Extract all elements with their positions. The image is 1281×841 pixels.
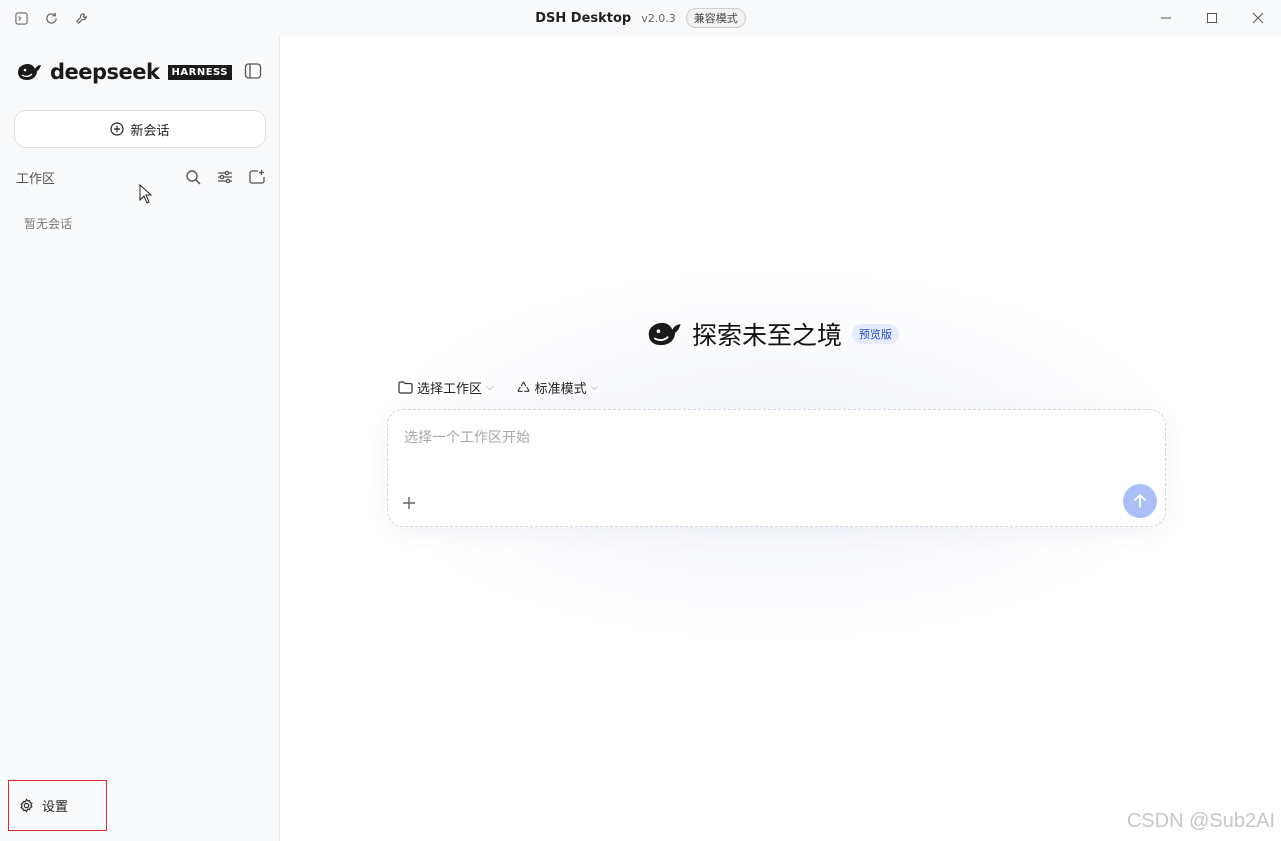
compat-mode-badge[interactable]: 兼容模式 <box>685 8 746 28</box>
composer-input[interactable] <box>402 424 1142 452</box>
composer-selectors: 选择工作区 ⌵ 标准模式 ⌵ <box>398 378 598 397</box>
plus-circle-icon <box>110 122 125 136</box>
brand-tag: HARNESS <box>167 64 232 80</box>
plus-icon[interactable] <box>398 492 420 514</box>
folder-icon <box>398 381 413 394</box>
new-chat-button[interactable]: 新会话 <box>14 110 266 148</box>
workspace-selector-label: 选择工作区 <box>417 382 483 397</box>
new-folder-icon[interactable] <box>246 166 268 188</box>
sidebar-toggle-icon[interactable] <box>244 62 264 82</box>
minimize-icon[interactable] <box>1143 0 1189 36</box>
search-icon[interactable] <box>182 166 204 188</box>
brand-logo: deepseek HARNESS <box>16 60 232 84</box>
watermark: CSDN @Sub2AI <box>1126 810 1275 832</box>
filter-icon[interactable] <box>214 166 236 188</box>
whale-logo-icon <box>18 64 41 80</box>
workspace-selector[interactable]: 选择工作区 ⌵ <box>398 378 494 397</box>
window-controls <box>1143 0 1281 36</box>
mode-selector-label: 标准模式 <box>534 382 587 397</box>
composer <box>387 409 1166 527</box>
send-button[interactable] <box>1123 484 1157 518</box>
hero-title: 探索未至之境 <box>692 321 843 350</box>
preview-badge: 预览版 <box>852 324 900 344</box>
chevron-down-icon: ⌵ <box>486 382 494 393</box>
main-area: 探索未至之境 预览版 选择工作区 ⌵ 标准模式 ⌵ CSDN @Sub2AI <box>280 36 1281 841</box>
workspace-title: 工作区 <box>16 172 56 187</box>
close-icon[interactable] <box>1235 0 1281 36</box>
settings-button[interactable]: 设置 <box>8 780 107 831</box>
title-bar: DSH Desktop v2.0.3 兼容模式 <box>0 0 1281 36</box>
mode-icon <box>516 381 530 392</box>
sidebar: deepseek HARNESS 新会话 工作区 暂无会话 设置 <box>0 36 280 841</box>
maximize-icon[interactable] <box>1189 0 1235 36</box>
new-chat-label: 新会话 <box>130 123 170 139</box>
chevron-down-icon: ⌵ <box>590 382 599 393</box>
mode-selector[interactable]: 标准模式 ⌵ <box>516 378 599 397</box>
brand-name: deepseek <box>50 60 160 84</box>
settings-label: 设置 <box>42 800 69 815</box>
app-version: v2.0.3 <box>641 11 676 25</box>
gear-icon <box>20 798 33 813</box>
arrow-up-icon <box>1134 493 1146 508</box>
mouse-cursor-icon <box>139 184 152 204</box>
hero: 探索未至之境 预览版 <box>646 316 900 352</box>
app-title: DSH Desktop <box>535 10 632 26</box>
titlebar-center: DSH Desktop v2.0.3 兼容模式 <box>0 8 1281 28</box>
empty-conversations: 暂无会话 <box>24 217 73 231</box>
workspace-actions <box>182 166 268 188</box>
whale-logo-icon <box>648 322 681 346</box>
